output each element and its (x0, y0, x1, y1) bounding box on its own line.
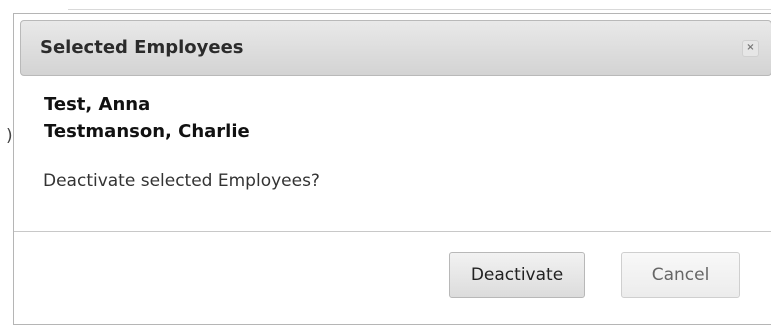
dialog-titlebar[interactable]: Selected Employees × (20, 20, 771, 76)
background-text-fragment: ) (6, 126, 13, 146)
dialog-title: Selected Employees (40, 37, 244, 58)
employee-name: Test, Anna (44, 94, 151, 115)
background-divider (68, 9, 771, 10)
close-icon[interactable]: × (742, 40, 759, 57)
deactivate-button[interactable]: Deactivate (449, 252, 585, 298)
cancel-button[interactable]: Cancel (621, 252, 740, 298)
employee-name: Testmanson, Charlie (44, 121, 250, 142)
dialog-footer-divider (14, 231, 771, 232)
confirmation-message: Deactivate selected Employees? (43, 171, 320, 191)
selected-employees-dialog: Selected Employees × Test, Anna Testmans… (13, 13, 771, 325)
